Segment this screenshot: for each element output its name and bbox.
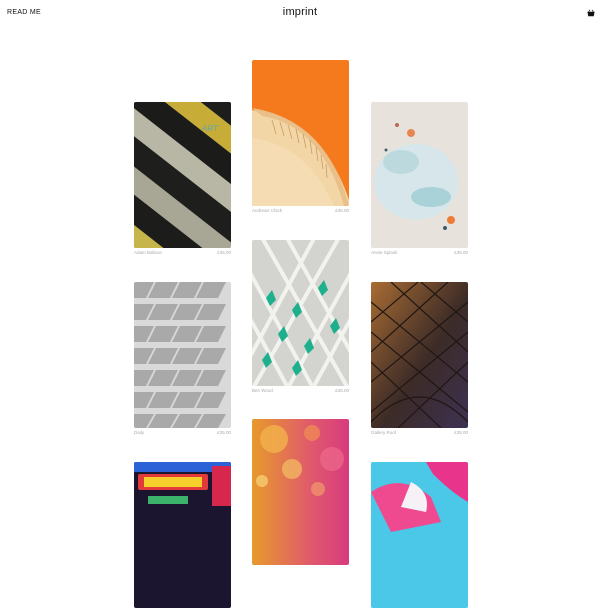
product-image[interactable] — [252, 419, 349, 565]
product-image[interactable] — [371, 102, 468, 248]
product-image[interactable]: ART — [134, 102, 231, 248]
product-name: Gallery Roof — [371, 430, 397, 435]
product-price: £35.00 — [335, 388, 349, 393]
product-caption: Annie Splash £35.00 — [371, 250, 468, 256]
product-name: Adam Balloon — [134, 250, 163, 255]
product-price: £35.00 — [217, 250, 231, 255]
product-card[interactable]: Annie Splash £35.00 — [371, 102, 468, 256]
product-image[interactable] — [252, 240, 349, 386]
product-caption: Gallery Roof £35.00 — [371, 430, 468, 436]
product-price: £35.00 — [454, 250, 468, 255]
product-card[interactable]: Ben Wood £35.00 — [252, 240, 349, 394]
product-caption: Daily £35.00 — [134, 430, 231, 436]
product-caption: Ben Wood £35.00 — [252, 388, 349, 394]
product-caption: Adam Balloon £35.00 — [134, 250, 231, 256]
product-card[interactable]: Andrews Chick £35.00 — [252, 60, 349, 214]
product-card[interactable]: Gallery Roof £35.00 — [371, 282, 468, 436]
product-image[interactable] — [134, 462, 231, 608]
product-caption: Andrews Chick £35.00 — [252, 208, 349, 214]
product-name: Daily — [134, 430, 145, 435]
product-card[interactable] — [371, 462, 468, 608]
product-image[interactable] — [371, 462, 468, 608]
site-header: READ ME imprint — [0, 0, 600, 28]
basket-icon[interactable] — [587, 9, 595, 17]
product-image[interactable] — [371, 282, 468, 428]
product-card[interactable]: Daily £35.00 — [134, 282, 231, 436]
svg-text:ART: ART — [201, 124, 219, 133]
product-image[interactable] — [252, 60, 349, 206]
product-name: Ben Wood — [252, 388, 273, 393]
product-card[interactable] — [252, 419, 349, 565]
product-price: £35.00 — [335, 208, 349, 213]
product-name: Andrews Chick — [252, 208, 283, 213]
product-name: Annie Splash — [371, 250, 398, 255]
product-image[interactable] — [134, 282, 231, 428]
product-price: £35.00 — [217, 430, 231, 435]
product-card[interactable] — [134, 462, 231, 608]
product-card[interactable]: ART Adam Balloon £35.00 — [134, 102, 231, 256]
product-price: £35.00 — [454, 430, 468, 435]
site-logo[interactable]: imprint — [0, 6, 600, 18]
